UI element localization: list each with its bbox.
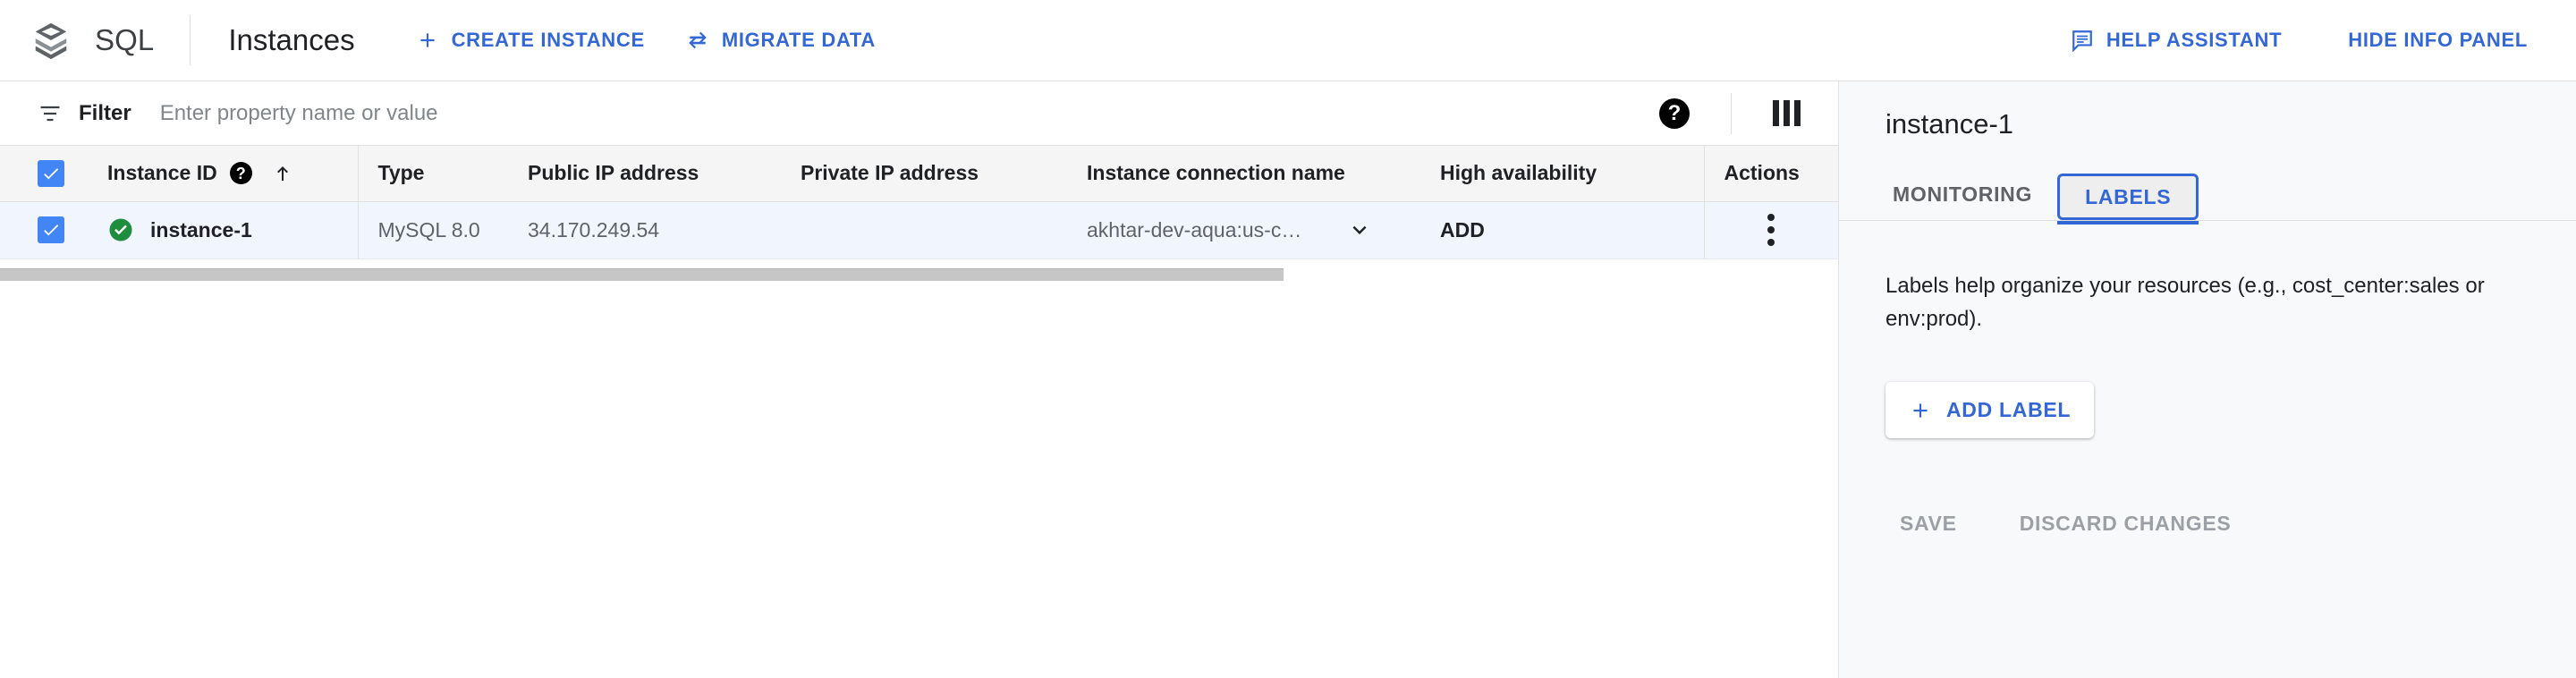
header-right-actions: HELP ASSISTANT HIDE INFO PANEL: [2015, 0, 2576, 81]
row-select-cell: [0, 201, 107, 259]
cell-public-ip-value: 34.170.249.54: [528, 217, 660, 242]
column-header-private-ip-label: Private IP address: [801, 161, 979, 185]
add-high-availability-link[interactable]: ADD: [1440, 218, 1485, 242]
column-header-private-ip[interactable]: Private IP address: [801, 146, 1087, 202]
instance-id-link[interactable]: instance-1: [150, 218, 252, 242]
cell-type: MySQL 8.0: [357, 201, 528, 259]
labels-description: Labels help organize your resources (e.g…: [1885, 274, 2485, 332]
tab-labels-label: LABELS: [2085, 184, 2172, 208]
info-panel-footer: SAVE DISCARD CHANGES: [1885, 503, 2529, 545]
cell-type-value: MySQL 8.0: [377, 217, 480, 242]
cell-connection-name-value: akhtar-dev-aqua:us-c…: [1087, 217, 1302, 242]
cell-actions: [1703, 201, 1839, 259]
header-divider: [190, 15, 191, 65]
cloud-sql-stack-logo-icon: [30, 20, 72, 61]
info-panel: instance-1 MONITORING LABELS Labels help…: [1838, 81, 2576, 678]
cell-high-availability: ADD: [1440, 201, 1704, 259]
brand[interactable]: SQL: [0, 0, 154, 81]
column-header-high-availability[interactable]: High availability: [1440, 146, 1704, 202]
migrate-data-button[interactable]: MIGRATE DATA: [675, 20, 886, 61]
save-button-label: SAVE: [1900, 512, 1957, 536]
swap-arrows-icon: [686, 29, 709, 52]
tab-monitoring-label: MONITORING: [1893, 182, 2033, 206]
help-assistant-label: HELP ASSISTANT: [2106, 29, 2283, 51]
horizontal-scrollbar[interactable]: [0, 267, 1838, 281]
page-title: Instances: [228, 23, 355, 56]
column-header-type-label: Type: [377, 161, 425, 185]
column-header-high-availability-label: High availability: [1440, 161, 1597, 185]
info-panel-body: Labels help organize your resources (e.g…: [1839, 221, 2576, 545]
column-header-public-ip-label: Public IP address: [528, 161, 699, 185]
column-header-type[interactable]: Type: [357, 146, 528, 202]
column-header-connection-name-label: Instance connection name: [1087, 161, 1345, 185]
table-row[interactable]: instance-1 MySQL 8.0 34.170.249.54 akhta…: [0, 201, 1839, 259]
discard-changes-button[interactable]: DISCARD CHANGES: [2005, 503, 2246, 545]
cell-private-ip: [801, 201, 1087, 259]
add-label-button[interactable]: ADD LABEL: [1885, 382, 2095, 439]
cell-connection-name: akhtar-dev-aqua:us-c…: [1087, 201, 1440, 259]
column-display-options-icon[interactable]: [1773, 100, 1801, 126]
info-panel-title: instance-1: [1885, 108, 2014, 140]
filter-bar-right: ?: [1659, 92, 1838, 134]
add-label-button-label: ADD LABEL: [1946, 398, 2072, 422]
tab-labels[interactable]: LABELS: [2057, 174, 2199, 225]
help-assistant-button[interactable]: HELP ASSISTANT: [2060, 20, 2292, 61]
tab-monitoring[interactable]: MONITORING: [1868, 168, 2057, 220]
column-header-public-ip[interactable]: Public IP address: [528, 146, 801, 202]
row-checkbox[interactable]: [38, 216, 64, 243]
column-header-instance-id[interactable]: Instance ID ?: [107, 146, 358, 202]
header-actions: CREATE INSTANCE MIGRATE DATA: [405, 0, 906, 81]
filter-label: Filter: [79, 100, 131, 125]
create-instance-label: CREATE INSTANCE: [451, 29, 645, 51]
save-button[interactable]: SAVE: [1885, 503, 1971, 545]
app-header: SQL Instances CREATE INSTANCE MIGRATE DA…: [0, 0, 2576, 81]
select-all-checkbox[interactable]: [38, 159, 64, 187]
arrow-up-icon[interactable]: [272, 163, 293, 184]
discard-changes-button-label: DISCARD CHANGES: [2019, 512, 2232, 536]
migrate-data-label: MIGRATE DATA: [721, 29, 876, 51]
instances-main: Filter ? Inst: [0, 81, 1838, 678]
info-panel-tabs: MONITORING LABELS: [1839, 165, 2576, 225]
filter-bar: Filter ?: [0, 81, 1838, 146]
plus-icon: [1909, 399, 1932, 422]
select-all-header: [0, 146, 107, 202]
chat-help-icon: [2071, 29, 2094, 52]
column-header-actions: Actions: [1703, 146, 1838, 202]
brand-name: SQL: [95, 23, 155, 56]
table-header-row: Instance ID ? Type Public IP address Pri…: [0, 146, 1838, 202]
green-check-circle-icon: [107, 216, 134, 243]
filter-input[interactable]: [159, 95, 1502, 131]
filter-icon[interactable]: [38, 101, 63, 126]
hide-info-panel-label: HIDE INFO PANEL: [2348, 29, 2528, 51]
column-header-actions-label: Actions: [1724, 161, 1800, 185]
instances-table: Instance ID ? Type Public IP address Pri…: [0, 146, 1838, 259]
column-header-instance-id-label: Instance ID: [107, 161, 217, 185]
cell-instance-id: instance-1: [107, 201, 358, 259]
column-header-connection-name[interactable]: Instance connection name: [1087, 146, 1440, 202]
horizontal-scrollbar-thumb[interactable]: [0, 267, 1284, 281]
table-header: Instance ID ? Type Public IP address Pri…: [0, 146, 1838, 202]
instance-id-help-icon[interactable]: ?: [229, 162, 252, 185]
chevron-down-icon[interactable]: [1346, 216, 1373, 243]
more-vert-icon[interactable]: [1705, 211, 1839, 249]
hide-info-panel-button[interactable]: HIDE INFO PANEL: [2337, 20, 2538, 61]
help-icon[interactable]: ?: [1659, 97, 1690, 129]
table-body: instance-1 MySQL 8.0 34.170.249.54 akhta…: [0, 201, 1839, 259]
create-instance-button[interactable]: CREATE INSTANCE: [405, 20, 656, 61]
plus-icon: [416, 29, 439, 52]
filter-bar-divider: [1731, 92, 1732, 134]
cell-public-ip: 34.170.249.54: [528, 201, 801, 259]
